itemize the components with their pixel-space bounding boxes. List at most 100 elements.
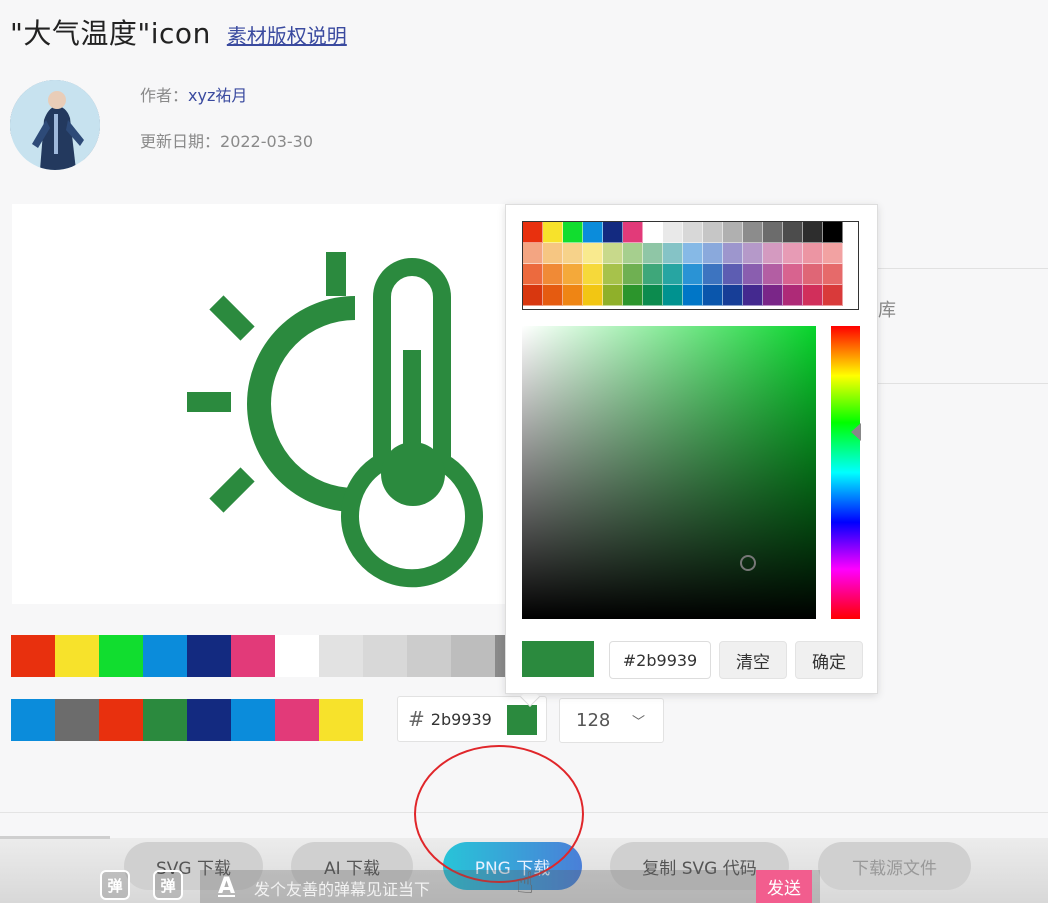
recent-color-swatch[interactable] bbox=[55, 699, 99, 741]
palette-swatch[interactable] bbox=[663, 243, 683, 264]
palette-swatch[interactable] bbox=[703, 264, 723, 285]
recent-color-swatch[interactable] bbox=[231, 699, 275, 741]
danmaku-toggle-icon[interactable]: 弹 bbox=[100, 870, 130, 900]
recent-color-swatch[interactable] bbox=[99, 699, 143, 741]
palette-swatch[interactable] bbox=[643, 243, 663, 264]
palette-swatch[interactable] bbox=[603, 264, 623, 285]
palette-swatch[interactable] bbox=[543, 264, 563, 285]
sv-cursor[interactable] bbox=[740, 555, 756, 571]
palette-swatch[interactable] bbox=[763, 285, 783, 306]
palette-swatch[interactable] bbox=[663, 222, 683, 243]
recent-color-swatch[interactable] bbox=[319, 699, 363, 741]
palette-swatch[interactable] bbox=[783, 222, 803, 243]
recent-color-swatch[interactable] bbox=[11, 699, 55, 741]
color-swatch[interactable] bbox=[407, 635, 451, 677]
danmaku-settings-icon[interactable]: 弹 bbox=[153, 870, 183, 900]
palette-swatch[interactable] bbox=[523, 264, 543, 285]
palette-swatch[interactable] bbox=[703, 222, 723, 243]
recent-color-swatch[interactable] bbox=[187, 699, 231, 741]
palette-swatch[interactable] bbox=[683, 285, 703, 306]
size-select[interactable]: 128 ﹀ bbox=[559, 698, 664, 743]
palette-swatch[interactable] bbox=[623, 243, 643, 264]
palette-swatch[interactable] bbox=[723, 243, 743, 264]
palette-swatch[interactable] bbox=[643, 264, 663, 285]
palette-swatch[interactable] bbox=[563, 264, 583, 285]
palette-swatch[interactable] bbox=[603, 222, 623, 243]
palette-swatch[interactable] bbox=[783, 285, 803, 306]
picker-hex-input[interactable]: #2b9939 bbox=[609, 641, 711, 679]
hue-slider[interactable] bbox=[831, 326, 860, 619]
palette-swatch[interactable] bbox=[683, 264, 703, 285]
color-swatch[interactable] bbox=[275, 635, 319, 677]
palette-swatch[interactable] bbox=[523, 285, 543, 306]
palette-swatch[interactable] bbox=[743, 243, 763, 264]
color-swatch[interactable] bbox=[11, 635, 55, 677]
palette-swatch[interactable] bbox=[683, 222, 703, 243]
palette-swatch[interactable] bbox=[523, 222, 543, 243]
palette-swatch[interactable] bbox=[523, 243, 543, 264]
color-swatch[interactable] bbox=[143, 635, 187, 677]
color-swatch[interactable] bbox=[451, 635, 495, 677]
palette-swatch[interactable] bbox=[583, 222, 603, 243]
palette-swatch[interactable] bbox=[783, 243, 803, 264]
palette-swatch[interactable] bbox=[723, 285, 743, 306]
palette-swatch[interactable] bbox=[763, 264, 783, 285]
copyright-link[interactable]: 素材版权说明 bbox=[227, 20, 347, 49]
recent-color-swatch[interactable] bbox=[143, 699, 187, 741]
palette-swatch[interactable] bbox=[723, 222, 743, 243]
color-swatch[interactable] bbox=[55, 635, 99, 677]
palette-swatch[interactable] bbox=[583, 285, 603, 306]
send-button[interactable]: 发送 bbox=[756, 870, 812, 903]
color-swatch[interactable] bbox=[187, 635, 231, 677]
author-name-link[interactable]: xyz祐月 bbox=[188, 86, 247, 105]
palette-swatch[interactable] bbox=[623, 285, 643, 306]
palette-swatch[interactable] bbox=[803, 222, 823, 243]
palette-swatch[interactable] bbox=[703, 285, 723, 306]
color-swatch[interactable] bbox=[99, 635, 143, 677]
palette-swatch[interactable] bbox=[623, 264, 643, 285]
color-hex-field[interactable]: # 2b9939 bbox=[397, 696, 547, 742]
font-style-icon[interactable]: A bbox=[218, 874, 235, 899]
color-swatch[interactable] bbox=[231, 635, 275, 677]
palette-swatch[interactable] bbox=[663, 264, 683, 285]
palette-swatch[interactable] bbox=[783, 264, 803, 285]
color-swatch[interactable] bbox=[319, 635, 363, 677]
palette-swatch[interactable] bbox=[603, 285, 623, 306]
palette-swatch[interactable] bbox=[723, 264, 743, 285]
palette-swatch[interactable] bbox=[803, 243, 823, 264]
color-swatch[interactable] bbox=[363, 635, 407, 677]
palette-swatch[interactable] bbox=[683, 243, 703, 264]
palette-swatch[interactable] bbox=[823, 285, 843, 306]
palette-swatch[interactable] bbox=[803, 264, 823, 285]
palette-swatch[interactable] bbox=[583, 243, 603, 264]
color-picker-trigger[interactable] bbox=[507, 705, 537, 735]
palette-swatch[interactable] bbox=[563, 222, 583, 243]
saturation-value-area[interactable] bbox=[522, 326, 816, 619]
palette-swatch[interactable] bbox=[763, 243, 783, 264]
confirm-button[interactable]: 确定 bbox=[795, 641, 863, 679]
palette-swatch[interactable] bbox=[563, 243, 583, 264]
palette-swatch[interactable] bbox=[543, 243, 563, 264]
palette-swatch[interactable] bbox=[703, 243, 723, 264]
avatar[interactable] bbox=[10, 80, 100, 170]
palette-swatch[interactable] bbox=[643, 222, 663, 243]
video-progress[interactable] bbox=[0, 836, 110, 839]
hue-handle[interactable] bbox=[851, 423, 861, 441]
source-download-button[interactable]: 下载源文件 bbox=[818, 842, 971, 890]
palette-swatch[interactable] bbox=[623, 222, 643, 243]
palette-swatch[interactable] bbox=[643, 285, 663, 306]
palette-swatch[interactable] bbox=[823, 243, 843, 264]
palette-swatch[interactable] bbox=[743, 222, 763, 243]
clear-button[interactable]: 清空 bbox=[719, 641, 787, 679]
palette-swatch[interactable] bbox=[803, 285, 823, 306]
recent-color-swatch[interactable] bbox=[275, 699, 319, 741]
palette-swatch[interactable] bbox=[823, 222, 843, 243]
palette-swatch[interactable] bbox=[823, 264, 843, 285]
palette-swatch[interactable] bbox=[743, 285, 763, 306]
palette-swatch[interactable] bbox=[563, 285, 583, 306]
palette-swatch[interactable] bbox=[743, 264, 763, 285]
palette-swatch[interactable] bbox=[603, 243, 623, 264]
palette-swatch[interactable] bbox=[543, 285, 563, 306]
palette-swatch[interactable] bbox=[543, 222, 563, 243]
palette-swatch[interactable] bbox=[583, 264, 603, 285]
